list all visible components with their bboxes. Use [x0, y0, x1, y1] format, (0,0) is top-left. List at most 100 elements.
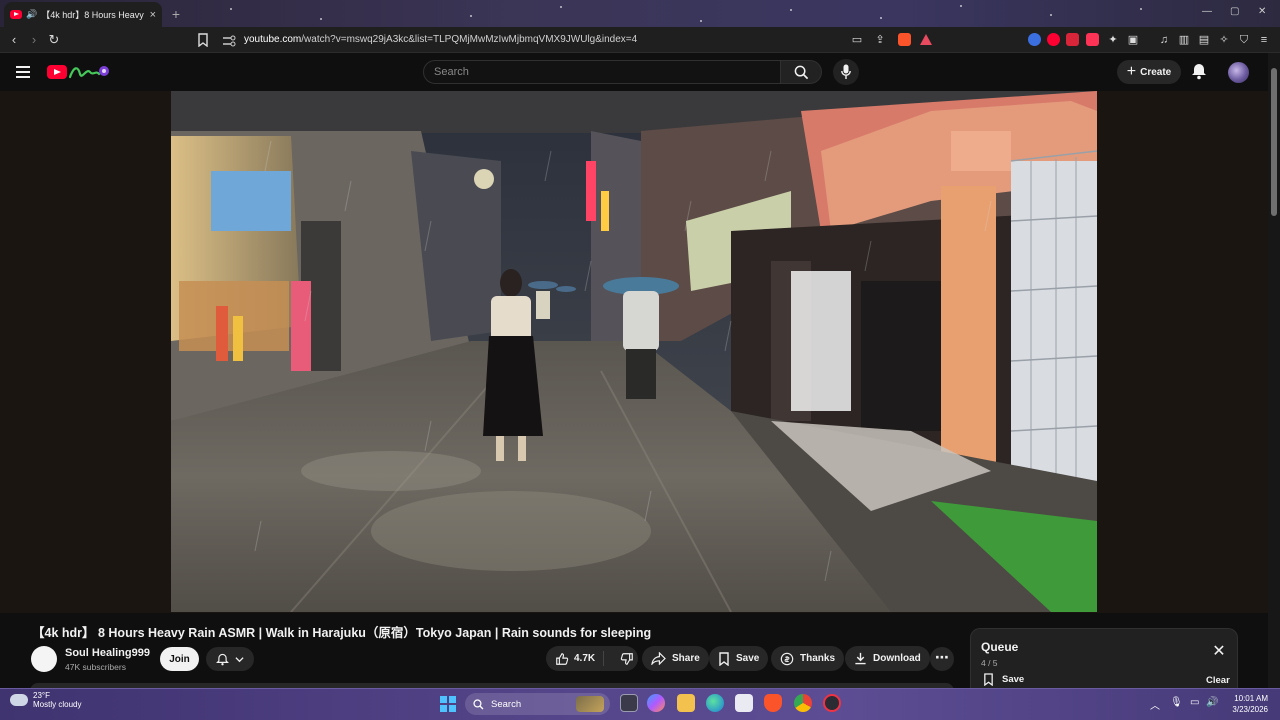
- address-bar[interactable]: youtube.com/watch?v=mswq29jA3kc&list=TLP…: [244, 34, 637, 45]
- windows-taskbar: [0, 688, 1280, 720]
- menu-icon[interactable]: [16, 66, 30, 78]
- wallet-icon[interactable]: ▤: [1197, 33, 1211, 47]
- windows-start-icon[interactable]: [440, 696, 456, 712]
- tray-chevron-icon[interactable]: ︿: [1150, 697, 1160, 712]
- task-view-icon[interactable]: [620, 694, 638, 712]
- brave-rewards-icon[interactable]: [920, 34, 932, 45]
- youtube-favicon-icon: [10, 10, 22, 19]
- cast-icon[interactable]: ▭: [850, 33, 864, 47]
- brave-shields-icon[interactable]: [898, 33, 911, 46]
- youtube-logo[interactable]: [47, 65, 67, 79]
- tab-title: 【4k hdr】8 Hours Heavy Rain: [41, 10, 145, 20]
- copilot-icon[interactable]: [647, 694, 665, 712]
- share-button[interactable]: Share: [642, 646, 709, 671]
- clock-date: 3/23/2026: [1232, 705, 1268, 714]
- thanks-label: Thanks: [800, 653, 836, 664]
- weather-temperature: 23°F: [33, 691, 50, 700]
- voice-search-button[interactable]: [833, 59, 859, 85]
- browser-menu-icon[interactable]: ≡: [1257, 33, 1271, 47]
- save-button[interactable]: Save: [709, 646, 769, 671]
- dislike-button[interactable]: [610, 652, 644, 666]
- new-tab-button[interactable]: +: [168, 6, 184, 22]
- queue-position: 4 / 5: [981, 658, 998, 668]
- create-label: Create: [1140, 66, 1172, 78]
- taskbar-search[interactable]: Search: [465, 693, 610, 715]
- join-button[interactable]: Join: [160, 647, 199, 671]
- user-avatar[interactable]: [1228, 62, 1249, 83]
- taskbar-clock[interactable]: 10:01 AM 3/23/2026: [1222, 693, 1268, 715]
- queue-save-button[interactable]: Save: [983, 673, 1024, 686]
- download-button[interactable]: Download: [845, 646, 930, 671]
- video-player[interactable]: [171, 91, 1097, 612]
- cloud-icon: [10, 694, 28, 706]
- volume-icon[interactable]: 🔊: [1206, 697, 1218, 708]
- scrollbar-thumb[interactable]: [1271, 68, 1277, 216]
- like-button[interactable]: 4.7K: [546, 651, 605, 666]
- share-page-icon[interactable]: ⇪: [873, 33, 887, 47]
- search-field[interactable]: [424, 61, 780, 83]
- thumbs-down-icon: [620, 652, 633, 665]
- extension-yt-tools-icon[interactable]: [1086, 33, 1099, 46]
- weather-widget[interactable]: 23°F Mostly cloudy: [10, 691, 81, 709]
- brave-icon[interactable]: [764, 694, 782, 712]
- vpn-icon[interactable]: ⛉: [1237, 33, 1251, 47]
- clock-time: 10:01 AM: [1234, 694, 1268, 703]
- channel-name[interactable]: Soul Healing999: [65, 647, 150, 659]
- extension-blue-icon[interactable]: [1028, 33, 1041, 46]
- download-label: Download: [873, 653, 921, 664]
- sidebar-icon[interactable]: ▥: [1177, 33, 1191, 47]
- search-input[interactable]: [423, 60, 781, 84]
- extension-red-icon[interactable]: [1066, 33, 1079, 46]
- search-highlight-image: [576, 696, 604, 712]
- channel-avatar[interactable]: [31, 646, 57, 672]
- browser-tab-strip: [0, 0, 1280, 27]
- browser-tab-active[interactable]: 🔊 【4k hdr】8 Hours Heavy Rain ×: [4, 2, 162, 27]
- extension-youtube-icon[interactable]: [1047, 33, 1060, 46]
- create-button[interactable]: + Create: [1117, 60, 1181, 84]
- forward-icon[interactable]: ›: [26, 32, 42, 48]
- thanks-button[interactable]: Thanks: [771, 646, 845, 671]
- queue-save-label: Save: [1002, 674, 1025, 685]
- video-title: 【4k hdr】 8 Hours Heavy Rain ASMR | Walk …: [32, 626, 652, 640]
- site-info-icon[interactable]: [222, 34, 236, 47]
- maximize-icon[interactable]: ▢: [1230, 6, 1239, 17]
- plus-icon: +: [1126, 63, 1137, 80]
- store-icon[interactable]: [735, 694, 753, 712]
- back-icon[interactable]: ‹: [6, 32, 22, 48]
- reload-icon[interactable]: ↻: [46, 32, 62, 48]
- share-icon: [651, 652, 666, 665]
- bookmark-icon[interactable]: [197, 33, 211, 48]
- extension-box-icon[interactable]: ▣: [1126, 33, 1140, 47]
- thanks-icon: [780, 652, 794, 665]
- search-icon: [794, 65, 809, 80]
- chevron-down-icon: [235, 656, 244, 662]
- tab-close-icon[interactable]: ×: [150, 9, 156, 21]
- youtube-doodle-logo[interactable]: [68, 62, 110, 82]
- close-window-icon[interactable]: ✕: [1258, 6, 1266, 17]
- weather-description: Mostly cloudy: [33, 700, 82, 709]
- queue-close-icon[interactable]: ✕: [1212, 644, 1226, 660]
- leo-ai-icon[interactable]: ✧: [1217, 33, 1231, 47]
- like-dislike-bar: 4.7K: [546, 646, 638, 671]
- mic-tray-icon[interactable]: 🎙: [1170, 697, 1183, 708]
- queue-clear-button[interactable]: Clear: [1206, 675, 1230, 686]
- video-frame-rainy-street: [171, 91, 1097, 612]
- file-explorer-icon[interactable]: [677, 694, 695, 712]
- more-actions-button[interactable]: ⋯: [930, 647, 954, 671]
- notifications-bell-icon[interactable]: [1190, 62, 1210, 82]
- music-icon[interactable]: ♫: [1157, 33, 1171, 47]
- queue-title: Queue: [981, 640, 1019, 654]
- subscription-notifications-button[interactable]: [206, 647, 254, 671]
- edge-icon[interactable]: [706, 694, 724, 712]
- save-label: Save: [736, 653, 760, 664]
- extension-puzzle-icon[interactable]: ✦: [1106, 33, 1120, 47]
- obs-icon[interactable]: [823, 694, 841, 712]
- minimize-icon[interactable]: —: [1202, 6, 1212, 17]
- search-button[interactable]: [780, 60, 822, 84]
- subscriber-count: 47K subscribers: [65, 662, 126, 672]
- speaker-icon[interactable]: 🔊: [26, 9, 37, 20]
- network-icon[interactable]: ▭: [1190, 697, 1199, 708]
- chrome-icon[interactable]: [794, 694, 812, 712]
- download-icon: [855, 652, 866, 665]
- taskbar-search-label: Search: [491, 698, 522, 710]
